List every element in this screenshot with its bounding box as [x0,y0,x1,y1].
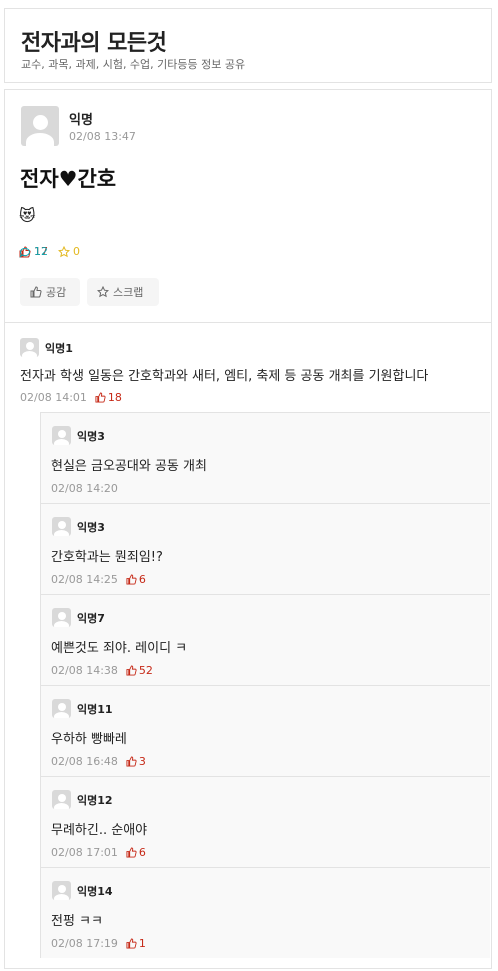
reply-vote: 3 [126,755,146,768]
reply: 익명7 예쁜것도 죄야. 레이디 ㅋ 02/08 14:38 52 [40,594,490,685]
comment-author: 익명1 [45,342,73,355]
reply: 익명12 무례하긴.. 순애야 02/08 17:01 6 [40,776,490,867]
star-icon [97,286,109,298]
reply-author: 익명7 [77,612,105,625]
avatar [21,106,59,146]
comment-vote: 18 [95,391,122,404]
scrap-button-label: 스크랩 [113,286,144,299]
reply-author: 익명3 [77,430,105,443]
reply-time: 02/08 14:38 [51,664,118,677]
reply-author: 익명14 [77,885,113,898]
thumbs-up-icon [126,756,137,767]
avatar [52,699,71,718]
reply-author: 익명12 [77,794,113,807]
reply-meta: 02/08 16:48 3 [51,755,146,768]
thumbs-up-icon [126,665,137,676]
reply-vote-count: 6 [138,846,146,859]
like-button[interactable]: 공감 [20,278,80,306]
thumbs-up-icon [30,286,42,298]
avatar [52,426,71,445]
avatar [52,790,71,809]
reply-text: 현실은 금오공대와 공동 개최 [51,459,207,474]
reply-vote-count: 6 [138,573,146,586]
thumbs-up-icon [95,392,106,403]
reply-time: 02/08 14:25 [51,573,118,586]
reply-text: 무례하긴.. 순애야 [51,823,148,838]
reply-time: 02/08 14:20 [51,482,118,495]
reply-time: 02/08 17:19 [51,937,118,950]
reply-vote: 1 [126,937,146,950]
reply-vote-count: 3 [138,755,146,768]
reply-text: 예쁜것도 죄야. 레이디 ㅋ [51,641,188,656]
reply-vote-count: 52 [138,664,153,677]
reply-vote-count: 1 [138,937,146,950]
reply-time: 02/08 16:48 [51,755,118,768]
reply-vote: 52 [126,664,153,677]
board-title[interactable]: 전자과의 모든것 [21,25,167,57]
reply: 익명11 우하하 빵빠레 02/08 16:48 3 [40,685,490,776]
reply-meta: 02/08 14:38 52 [51,664,153,677]
reply-time: 02/08 17:01 [51,846,118,859]
post-time: 02/08 13:47 [69,130,136,143]
thumbs-up-icon [126,938,137,949]
reply-vote: 6 [126,573,146,586]
reply-text: 우하하 빵빠레 [51,732,127,747]
post-stats: 17 12 0 [19,245,80,258]
avatar [52,517,71,536]
like-button-label: 공감 [46,286,67,299]
scrap-button[interactable]: 스크랩 [87,278,159,306]
avatar [52,881,71,900]
avatar [20,338,39,357]
reply: 익명3 간호학과는 뭔죄임!? 02/08 14:25 6 [40,503,490,594]
post-emoji: 😻 [19,206,36,225]
reply-author: 익명3 [77,521,105,534]
comment-count-value: 12 [34,245,48,258]
avatar [52,608,71,627]
reply-meta: 02/08 14:20 [51,482,118,495]
post-author: 익명 [69,113,93,128]
reply-author: 익명11 [77,703,113,716]
reply-vote: 6 [126,846,146,859]
reply-meta: 02/08 17:01 6 [51,846,146,859]
reply-text: 전펑 ㅋㅋ [51,914,103,929]
reply-meta: 02/08 17:19 1 [51,937,146,950]
comment-vote-count: 18 [107,391,122,404]
comment: 익명1 전자과 학생 일동은 간호학과와 새터, 엠티, 축제 등 공동 개최를… [5,323,491,412]
thumbs-up-icon [126,847,137,858]
post-title: 전자♥간호 [20,167,117,191]
comment-text: 전자과 학생 일동은 간호학과와 새터, 엠티, 축제 등 공동 개최를 기원합… [20,369,429,384]
comment-count: 12 [19,245,498,258]
reply-meta: 02/08 14:25 6 [51,573,146,586]
board-header: 전자과의 모든것 교수, 과목, 과제, 시험, 수업, 기타등등 정보 공유 [4,8,492,83]
reply-text: 간호학과는 뭔죄임!? [51,550,163,565]
reply: 익명14 전펑 ㅋㅋ 02/08 17:19 1 [40,867,490,958]
article: 익명 02/08 13:47 전자♥간호 😻 17 12 0 공감 스크랩 익명… [4,89,492,969]
comment-meta: 02/08 14:01 18 [20,391,122,404]
speech-bubble-icon [19,247,30,258]
thumbs-up-icon [126,574,137,585]
comment-time: 02/08 14:01 [20,391,87,404]
reply: 익명3 현실은 금오공대와 공동 개최 02/08 14:20 [40,412,490,503]
board-description: 교수, 과목, 과제, 시험, 수업, 기타등등 정보 공유 [21,58,246,71]
